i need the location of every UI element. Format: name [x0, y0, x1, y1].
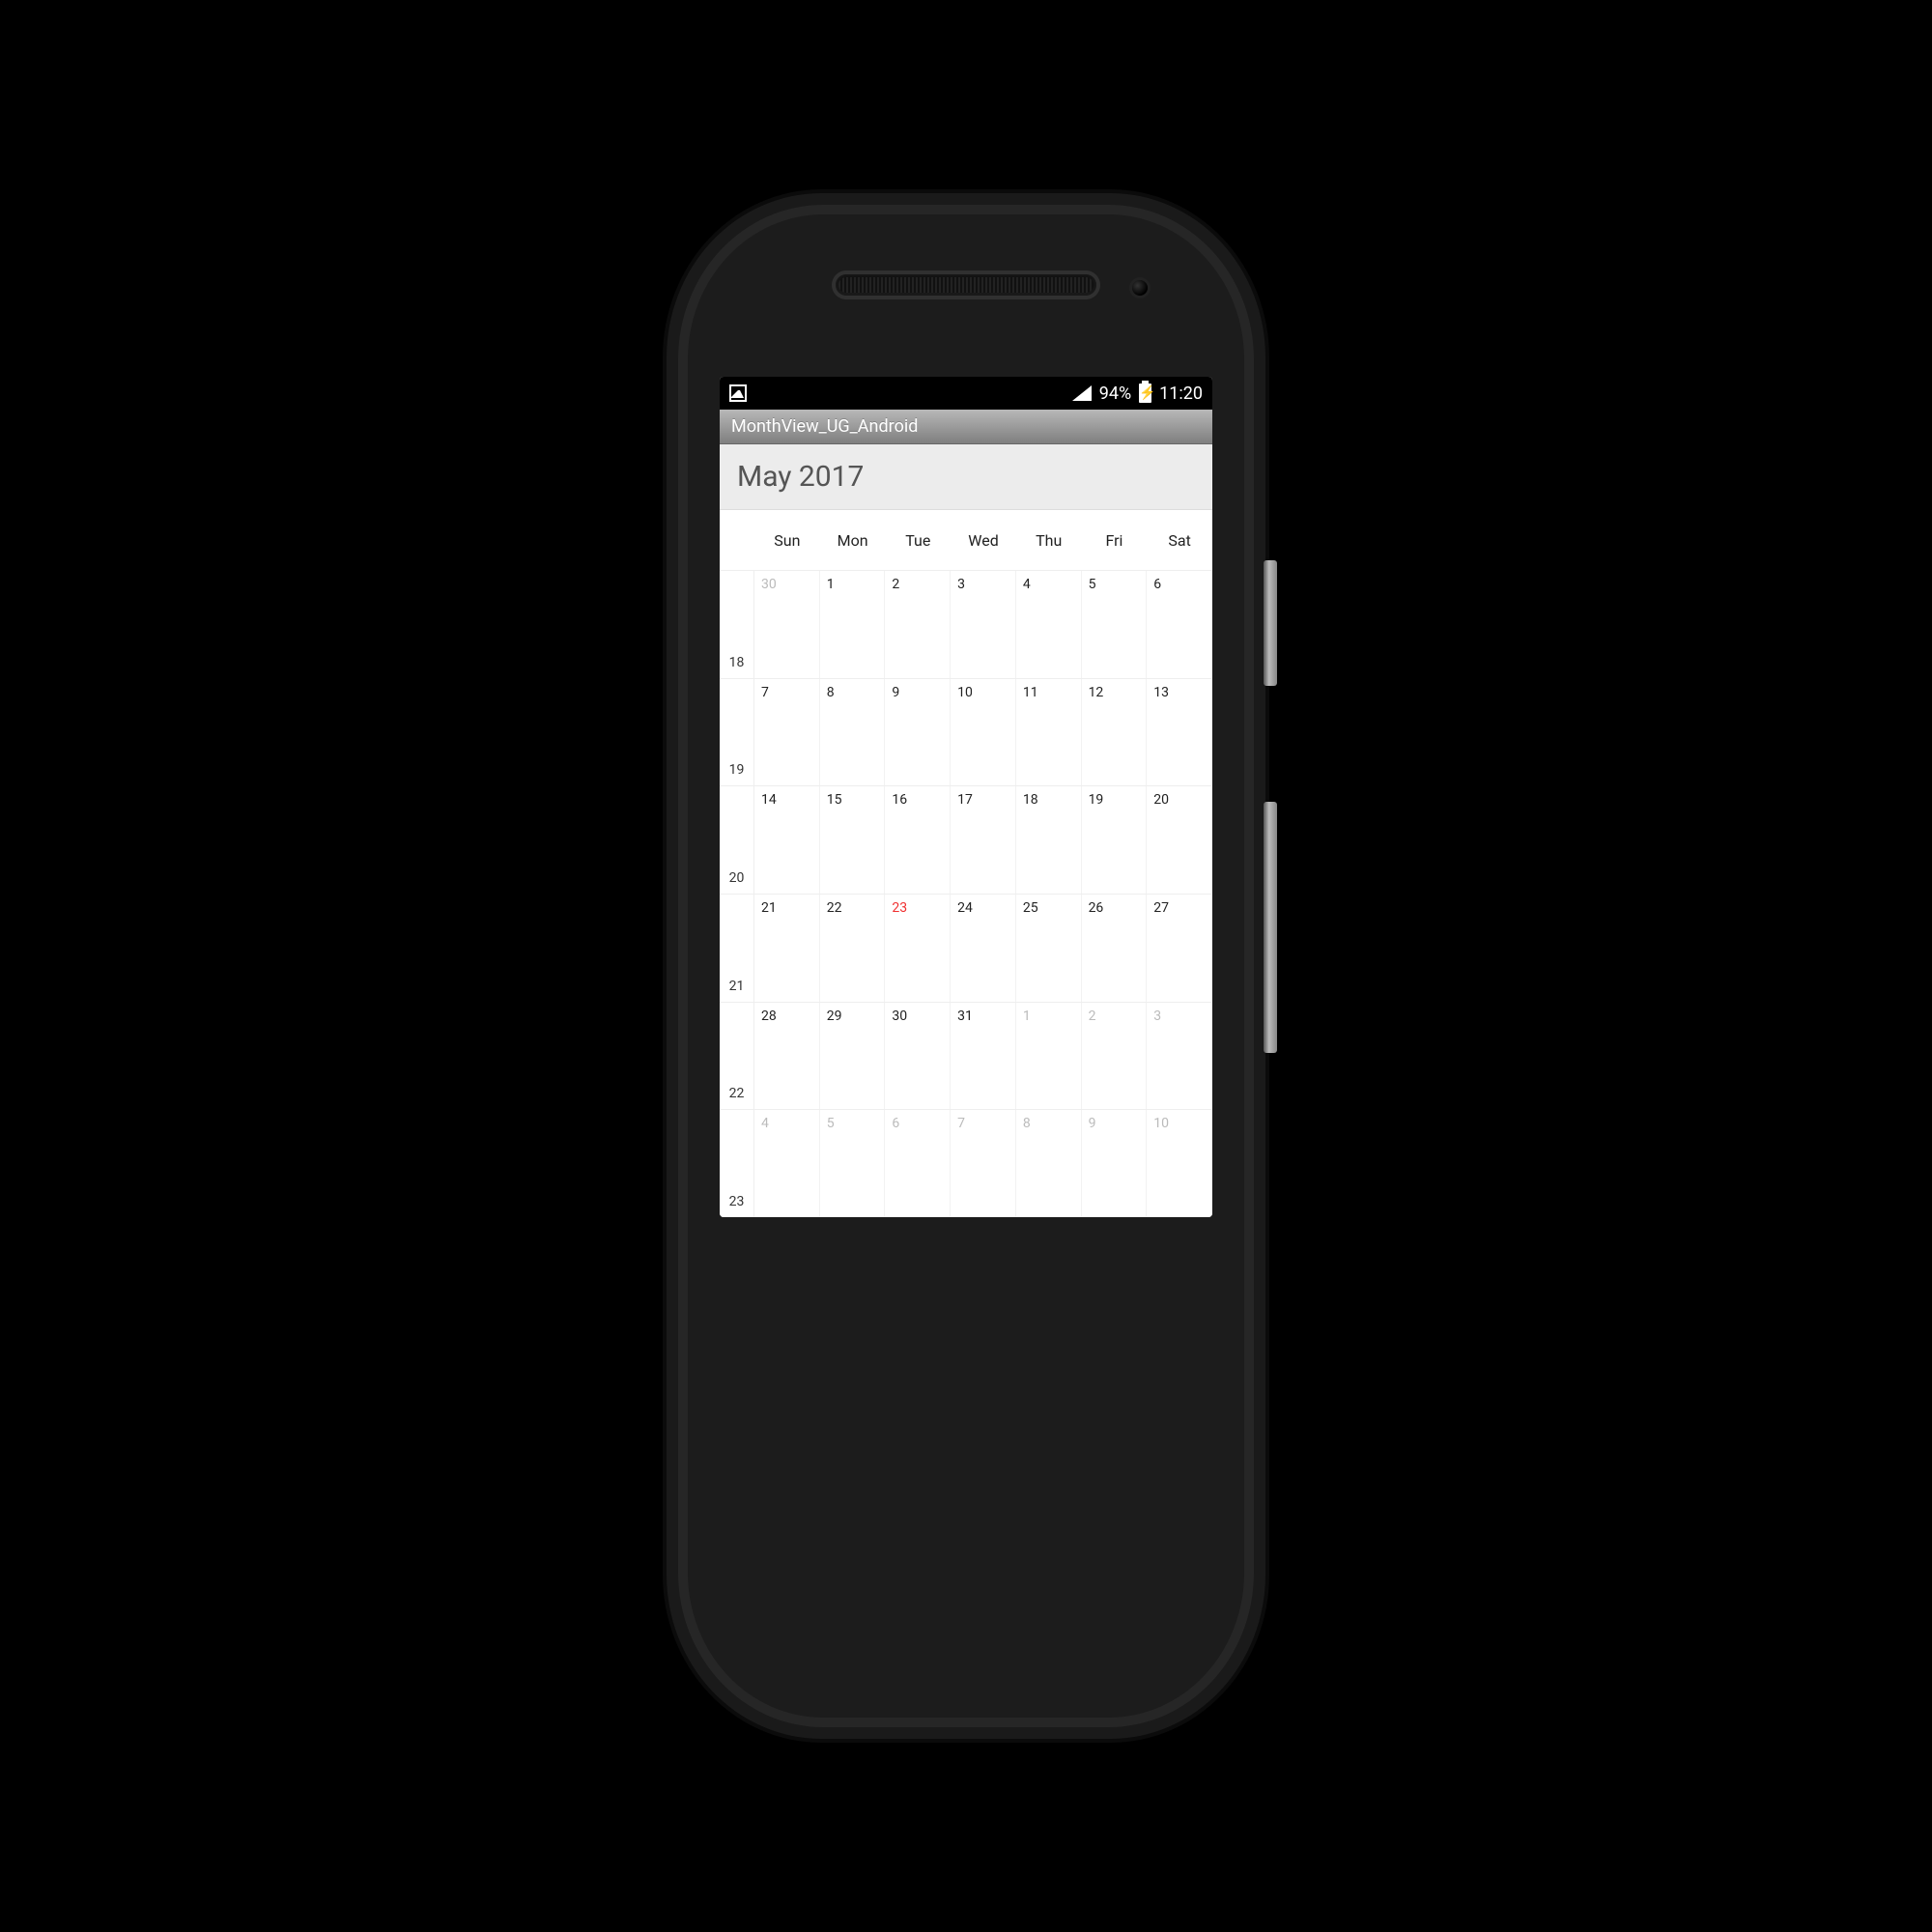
week-number: 22 [720, 1003, 754, 1110]
month-header[interactable]: May 2017 [720, 444, 1212, 510]
device-screen: 94% 11:20 MonthView_UG_Android May 2017 … [720, 377, 1212, 1217]
day-cell[interactable]: 5 [820, 1110, 886, 1217]
clock-label: 11:20 [1159, 384, 1203, 404]
day-header: Wed [951, 531, 1016, 550]
week-row: 2228293031123 [720, 1002, 1212, 1110]
day-cell[interactable]: 17 [951, 786, 1016, 894]
day-cell[interactable]: 6 [1147, 571, 1212, 678]
day-cell[interactable]: 1 [820, 571, 886, 678]
app-title: MonthView_UG_Android [731, 416, 918, 437]
day-cell[interactable]: 22 [820, 895, 886, 1002]
day-cell[interactable]: 6 [885, 1110, 951, 1217]
day-cell[interactable]: 16 [885, 786, 951, 894]
week-number: 23 [720, 1110, 754, 1217]
day-header-row: Sun Mon Tue Wed Thu Fri Sat [720, 510, 1212, 570]
week-row: 2014151617181920 [720, 785, 1212, 894]
day-cell[interactable]: 27 [1147, 895, 1212, 1002]
day-cell[interactable]: 10 [1147, 1110, 1212, 1217]
day-cell[interactable]: 13 [1147, 679, 1212, 786]
battery-percent-label: 94% [1099, 384, 1131, 404]
week-row: 2345678910 [720, 1109, 1212, 1217]
day-cell[interactable]: 14 [754, 786, 820, 894]
day-cell[interactable]: 5 [1082, 571, 1148, 678]
day-cell[interactable]: 3 [951, 571, 1016, 678]
week-row: 1830123456 [720, 570, 1212, 678]
calendar-month-view[interactable]: Sun Mon Tue Wed Thu Fri Sat 183012345619… [720, 510, 1212, 1217]
day-header: Fri [1082, 531, 1148, 550]
front-camera [1132, 280, 1148, 296]
day-cell[interactable]: 15 [820, 786, 886, 894]
day-cell[interactable]: 10 [951, 679, 1016, 786]
day-header: Mon [820, 531, 886, 550]
day-cell[interactable]: 30 [885, 1003, 951, 1110]
week-row: 1978910111213 [720, 678, 1212, 786]
day-cell[interactable]: 2 [1082, 1003, 1148, 1110]
month-title: May 2017 [737, 460, 864, 494]
day-cell[interactable]: 28 [754, 1003, 820, 1110]
notification-image-icon [729, 384, 747, 402]
day-cell[interactable]: 2 [885, 571, 951, 678]
week-number: 19 [720, 679, 754, 786]
day-cell[interactable]: 25 [1016, 895, 1082, 1002]
volume-up-button[interactable] [1264, 560, 1277, 686]
day-cell[interactable]: 23 [885, 895, 951, 1002]
day-cell[interactable]: 20 [1147, 786, 1212, 894]
day-cell[interactable]: 26 [1082, 895, 1148, 1002]
earpiece-speaker [836, 274, 1096, 296]
day-cell[interactable]: 1 [1016, 1003, 1082, 1110]
day-cell[interactable]: 7 [754, 679, 820, 786]
week-row: 2121222324252627 [720, 894, 1212, 1002]
day-header: Tue [885, 531, 951, 550]
phone-frame: 94% 11:20 MonthView_UG_Android May 2017 … [667, 193, 1265, 1739]
day-cell[interactable]: 30 [754, 571, 820, 678]
day-cell[interactable]: 4 [754, 1110, 820, 1217]
cell-signal-icon [1072, 385, 1092, 401]
week-number: 20 [720, 786, 754, 894]
day-cell[interactable]: 19 [1082, 786, 1148, 894]
status-bar: 94% 11:20 [720, 377, 1212, 410]
app-title-bar: MonthView_UG_Android [720, 410, 1212, 444]
day-cell[interactable]: 9 [1082, 1110, 1148, 1217]
day-cell[interactable]: 31 [951, 1003, 1016, 1110]
day-cell[interactable]: 9 [885, 679, 951, 786]
day-cell[interactable]: 24 [951, 895, 1016, 1002]
day-cell[interactable]: 29 [820, 1003, 886, 1110]
day-cell[interactable]: 8 [820, 679, 886, 786]
day-cell[interactable]: 21 [754, 895, 820, 1002]
day-cell[interactable]: 12 [1082, 679, 1148, 786]
day-cell[interactable]: 8 [1016, 1110, 1082, 1217]
day-cell[interactable]: 3 [1147, 1003, 1212, 1110]
week-number: 18 [720, 571, 754, 678]
week-number: 21 [720, 895, 754, 1002]
volume-down-button[interactable] [1264, 802, 1277, 1053]
day-header: Sun [754, 531, 820, 550]
battery-charging-icon [1139, 384, 1151, 403]
day-cell[interactable]: 18 [1016, 786, 1082, 894]
day-cell[interactable]: 4 [1016, 571, 1082, 678]
day-header: Thu [1016, 531, 1082, 550]
day-cell[interactable]: 7 [951, 1110, 1016, 1217]
day-header: Sat [1147, 531, 1212, 550]
day-cell[interactable]: 11 [1016, 679, 1082, 786]
calendar-weeks: 1830123456197891011121320141516171819202… [720, 570, 1212, 1217]
